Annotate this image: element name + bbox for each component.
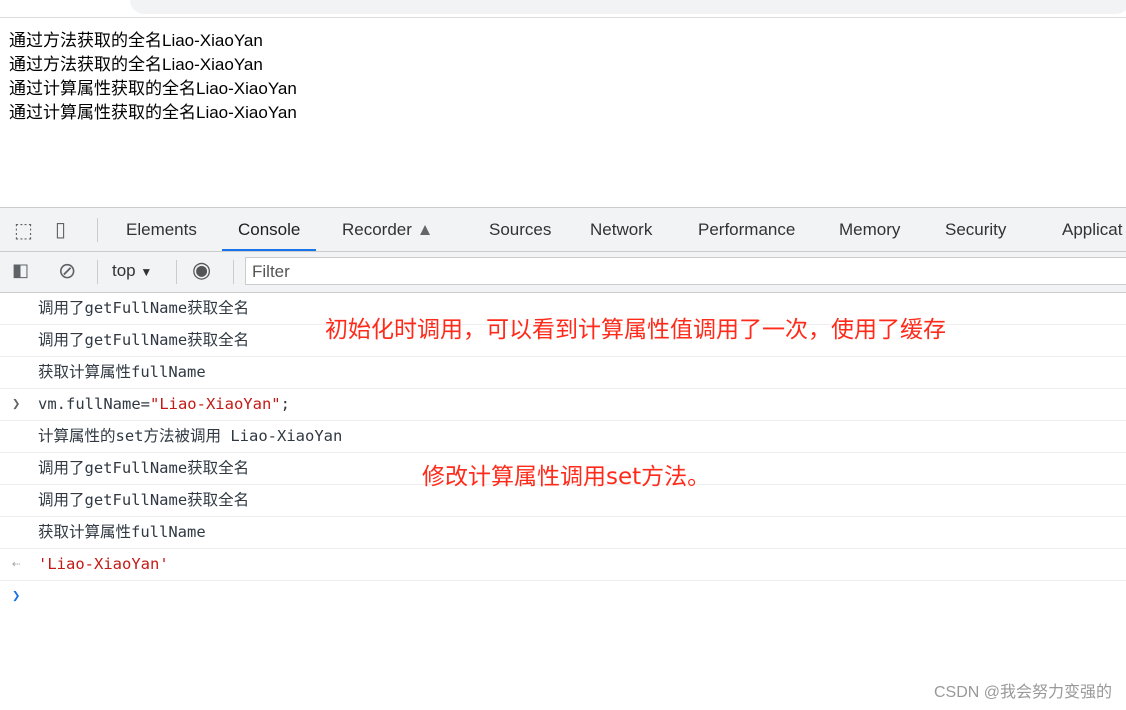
input-line: ❯ vm.fullName="Liao-XiaoYan";	[0, 389, 1126, 421]
tab-console[interactable]: Console	[222, 208, 317, 251]
devtools-tabs: ⬚ ▯ Elements Console Recorder ▲ Sources …	[0, 207, 1126, 252]
inspect-element-icon[interactable]: ⬚	[14, 218, 33, 243]
address-bar[interactable]	[130, 0, 1126, 14]
filter-input[interactable]: Filter	[245, 257, 1126, 285]
flask-icon: ▲	[416, 220, 434, 239]
code: vm.fullName=	[38, 395, 150, 413]
prompt-icon: ❯	[12, 588, 21, 604]
tab-network[interactable]: Network	[590, 208, 652, 251]
tab-application[interactable]: Applicat	[1062, 208, 1122, 251]
eye-icon[interactable]: ◉	[192, 257, 211, 283]
log-line: 计算属性的set方法被调用 Liao-XiaoYan	[0, 421, 1126, 453]
console-prompt[interactable]: ❯	[0, 581, 1126, 612]
page-line: 通过方法获取的全名Liao-XiaoYan	[9, 55, 263, 74]
annotation: 初始化时调用，可以看到计算属性值调用了一次，使用了缓存	[325, 317, 946, 343]
page-line: 通过计算属性获取的全名Liao-XiaoYan	[9, 103, 297, 122]
page-content: 通过方法获取的全名Liao-XiaoYan 通过方法获取的全名Liao-Xiao…	[9, 29, 297, 125]
tab-security[interactable]: Security	[945, 208, 1006, 251]
dropdown-icon: ▼	[140, 265, 153, 279]
code-string: "Liao-XiaoYan"	[149, 395, 281, 413]
page-line: 通过方法获取的全名Liao-XiaoYan	[9, 31, 263, 50]
code: ;	[280, 395, 290, 413]
console-toolbar: ◧ ⊘ top ▼ ◉ Filter	[0, 252, 1126, 293]
device-toolbar-icon[interactable]: ▯	[55, 217, 66, 242]
result-value: 'Liao-XiaoYan'	[38, 555, 169, 573]
clear-console-icon[interactable]: ⊘	[58, 258, 76, 284]
log-line: 获取计算属性fullName	[0, 357, 1126, 389]
context-selector[interactable]: top ▼	[112, 261, 152, 281]
tab-recorder[interactable]: Recorder ▲	[342, 208, 433, 251]
log-line: 获取计算属性fullName	[0, 517, 1126, 549]
context-value: top	[112, 261, 136, 280]
tab-elements[interactable]: Elements	[126, 208, 197, 251]
sidebar-toggle-icon[interactable]: ◧	[12, 260, 29, 281]
tab-memory[interactable]: Memory	[839, 208, 900, 251]
tab-sources[interactable]: Sources	[489, 208, 551, 251]
watermark: CSDN @我会努力变强的	[933, 684, 1112, 701]
page-line: 通过计算属性获取的全名Liao-XiaoYan	[9, 79, 297, 98]
result-arrow-icon: ⇠	[12, 556, 21, 572]
result-line: ⇠ 'Liao-XiaoYan'	[0, 549, 1126, 581]
input-prompt-icon: ❯	[12, 396, 21, 412]
browser-toolbar	[0, 0, 1126, 18]
tab-performance[interactable]: Performance	[698, 208, 795, 251]
tab-label: Recorder	[342, 220, 412, 239]
annotation: 修改计算属性调用set方法。	[422, 464, 711, 490]
